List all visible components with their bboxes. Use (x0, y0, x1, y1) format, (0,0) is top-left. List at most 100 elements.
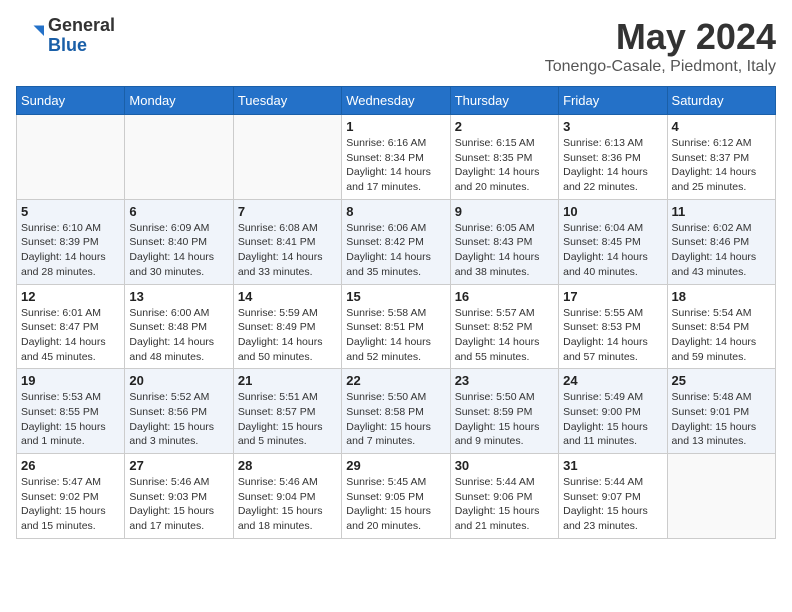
day-info: Sunrise: 5:52 AM Sunset: 8:56 PM Dayligh… (129, 390, 228, 449)
day-info: Sunrise: 6:00 AM Sunset: 8:48 PM Dayligh… (129, 306, 228, 365)
day-info: Sunrise: 6:06 AM Sunset: 8:42 PM Dayligh… (346, 221, 445, 280)
calendar-day-cell: 21 Sunrise: 5:51 AM Sunset: 8:57 PM Dayli… (233, 369, 341, 454)
day-info: Sunrise: 5:45 AM Sunset: 9:05 PM Dayligh… (346, 475, 445, 534)
day-info: Sunrise: 5:50 AM Sunset: 8:59 PM Dayligh… (455, 390, 554, 449)
day-number: 8 (346, 204, 445, 219)
day-info: Sunrise: 6:01 AM Sunset: 8:47 PM Dayligh… (21, 306, 120, 365)
calendar-day-cell: 14 Sunrise: 5:59 AM Sunset: 8:49 PM Dayli… (233, 284, 341, 369)
calendar-day-cell (17, 115, 125, 200)
calendar-day-cell: 17 Sunrise: 5:55 AM Sunset: 8:53 PM Dayli… (559, 284, 667, 369)
weekday-header-wednesday: Wednesday (342, 87, 450, 115)
calendar-day-cell: 16Sunrise: 5:57 AM Sunset: 8:52 PM Dayli… (450, 284, 558, 369)
day-number: 22 (346, 373, 445, 388)
day-info: Sunrise: 5:51 AM Sunset: 8:57 PM Dayligh… (238, 390, 337, 449)
day-number: 13 (129, 289, 228, 304)
title-block: May 2024 Tonengo-Casale, Piedmont, Italy (545, 16, 776, 76)
month-year-title: May 2024 (545, 16, 776, 58)
day-number: 2 (455, 119, 554, 134)
day-number: 28 (238, 458, 337, 473)
day-number: 17 (563, 289, 662, 304)
calendar-day-cell (667, 454, 775, 539)
calendar-day-cell: 13 Sunrise: 6:00 AM Sunset: 8:48 PM Dayli… (125, 284, 233, 369)
weekday-header-row: SundayMondayTuesdayWednesdayThursdayFrid… (17, 87, 776, 115)
day-info: Sunrise: 5:57 AM Sunset: 8:52 PM Dayligh… (455, 306, 554, 365)
calendar-week-row: 12 Sunrise: 6:01 AM Sunset: 8:47 PM Dayli… (17, 284, 776, 369)
day-number: 30 (455, 458, 554, 473)
calendar-day-cell: 11Sunrise: 6:02 AM Sunset: 8:46 PM Dayli… (667, 199, 775, 284)
day-number: 25 (672, 373, 771, 388)
day-number: 4 (672, 119, 771, 134)
calendar-week-row: 26Sunrise: 5:47 AM Sunset: 9:02 PM Dayli… (17, 454, 776, 539)
day-info: Sunrise: 6:15 AM Sunset: 8:35 PM Dayligh… (455, 136, 554, 195)
weekday-header-thursday: Thursday (450, 87, 558, 115)
calendar-week-row: 1 Sunrise: 6:16 AM Sunset: 8:34 PM Daylig… (17, 115, 776, 200)
day-info: Sunrise: 5:46 AM Sunset: 9:04 PM Dayligh… (238, 475, 337, 534)
general-blue-logo-icon (16, 22, 44, 50)
day-info: Sunrise: 5:58 AM Sunset: 8:51 PM Dayligh… (346, 306, 445, 365)
weekday-header-tuesday: Tuesday (233, 87, 341, 115)
day-info: Sunrise: 5:53 AM Sunset: 8:55 PM Dayligh… (21, 390, 120, 449)
calendar-header: SundayMondayTuesdayWednesdayThursdayFrid… (17, 87, 776, 115)
calendar-day-cell: 15Sunrise: 5:58 AM Sunset: 8:51 PM Dayli… (342, 284, 450, 369)
day-info: Sunrise: 5:46 AM Sunset: 9:03 PM Dayligh… (129, 475, 228, 534)
day-info: Sunrise: 6:13 AM Sunset: 8:36 PM Dayligh… (563, 136, 662, 195)
day-number: 31 (563, 458, 662, 473)
day-number: 27 (129, 458, 228, 473)
day-number: 7 (238, 204, 337, 219)
day-number: 21 (238, 373, 337, 388)
calendar-day-cell: 20 Sunrise: 5:52 AM Sunset: 8:56 PM Dayli… (125, 369, 233, 454)
weekday-header-monday: Monday (125, 87, 233, 115)
day-number: 20 (129, 373, 228, 388)
calendar-day-cell: 12 Sunrise: 6:01 AM Sunset: 8:47 PM Dayli… (17, 284, 125, 369)
day-info: Sunrise: 5:54 AM Sunset: 8:54 PM Dayligh… (672, 306, 771, 365)
day-number: 18 (672, 289, 771, 304)
calendar-day-cell: 9 Sunrise: 6:05 AM Sunset: 8:43 PM Daylig… (450, 199, 558, 284)
calendar-day-cell: 1 Sunrise: 6:16 AM Sunset: 8:34 PM Daylig… (342, 115, 450, 200)
day-info: Sunrise: 6:16 AM Sunset: 8:34 PM Dayligh… (346, 136, 445, 195)
day-info: Sunrise: 5:55 AM Sunset: 8:53 PM Dayligh… (563, 306, 662, 365)
day-number: 5 (21, 204, 120, 219)
calendar-day-cell: 19Sunrise: 5:53 AM Sunset: 8:55 PM Dayli… (17, 369, 125, 454)
calendar-day-cell: 3Sunrise: 6:13 AM Sunset: 8:36 PM Daylig… (559, 115, 667, 200)
day-info: Sunrise: 6:12 AM Sunset: 8:37 PM Dayligh… (672, 136, 771, 195)
day-info: Sunrise: 6:04 AM Sunset: 8:45 PM Dayligh… (563, 221, 662, 280)
day-info: Sunrise: 6:08 AM Sunset: 8:41 PM Dayligh… (238, 221, 337, 280)
day-number: 29 (346, 458, 445, 473)
calendar-day-cell: 27 Sunrise: 5:46 AM Sunset: 9:03 PM Dayli… (125, 454, 233, 539)
calendar-day-cell: 26Sunrise: 5:47 AM Sunset: 9:02 PM Dayli… (17, 454, 125, 539)
calendar-day-cell: 23Sunrise: 5:50 AM Sunset: 8:59 PM Dayli… (450, 369, 558, 454)
logo: General Blue (16, 16, 115, 56)
day-number: 9 (455, 204, 554, 219)
calendar-day-cell: 4 Sunrise: 6:12 AM Sunset: 8:37 PM Daylig… (667, 115, 775, 200)
calendar-day-cell: 25 Sunrise: 5:48 AM Sunset: 9:01 PM Dayli… (667, 369, 775, 454)
calendar-day-cell: 28 Sunrise: 5:46 AM Sunset: 9:04 PM Dayli… (233, 454, 341, 539)
weekday-header-saturday: Saturday (667, 87, 775, 115)
day-info: Sunrise: 5:44 AM Sunset: 9:06 PM Dayligh… (455, 475, 554, 534)
day-info: Sunrise: 5:59 AM Sunset: 8:49 PM Dayligh… (238, 306, 337, 365)
logo-general: General (48, 16, 115, 36)
logo-blue: Blue (48, 36, 115, 56)
calendar-table: SundayMondayTuesdayWednesdayThursdayFrid… (16, 86, 776, 539)
day-number: 1 (346, 119, 445, 134)
calendar-day-cell (125, 115, 233, 200)
day-number: 12 (21, 289, 120, 304)
weekday-header-friday: Friday (559, 87, 667, 115)
calendar-body: 1 Sunrise: 6:16 AM Sunset: 8:34 PM Daylig… (17, 115, 776, 539)
day-number: 10 (563, 204, 662, 219)
calendar-day-cell: 31Sunrise: 5:44 AM Sunset: 9:07 PM Dayli… (559, 454, 667, 539)
day-info: Sunrise: 6:09 AM Sunset: 8:40 PM Dayligh… (129, 221, 228, 280)
logo-text: General Blue (48, 16, 115, 56)
day-info: Sunrise: 6:02 AM Sunset: 8:46 PM Dayligh… (672, 221, 771, 280)
calendar-day-cell: 5Sunrise: 6:10 AM Sunset: 8:39 PM Daylig… (17, 199, 125, 284)
day-info: Sunrise: 5:48 AM Sunset: 9:01 PM Dayligh… (672, 390, 771, 449)
day-info: Sunrise: 6:05 AM Sunset: 8:43 PM Dayligh… (455, 221, 554, 280)
day-number: 26 (21, 458, 120, 473)
day-number: 14 (238, 289, 337, 304)
location-subtitle: Tonengo-Casale, Piedmont, Italy (545, 58, 776, 76)
day-number: 6 (129, 204, 228, 219)
weekday-header-sunday: Sunday (17, 87, 125, 115)
page-header: General Blue May 2024 Tonengo-Casale, Pi… (16, 16, 776, 76)
calendar-day-cell: 24Sunrise: 5:49 AM Sunset: 9:00 PM Dayli… (559, 369, 667, 454)
calendar-day-cell: 18 Sunrise: 5:54 AM Sunset: 8:54 PM Dayli… (667, 284, 775, 369)
calendar-week-row: 19Sunrise: 5:53 AM Sunset: 8:55 PM Dayli… (17, 369, 776, 454)
